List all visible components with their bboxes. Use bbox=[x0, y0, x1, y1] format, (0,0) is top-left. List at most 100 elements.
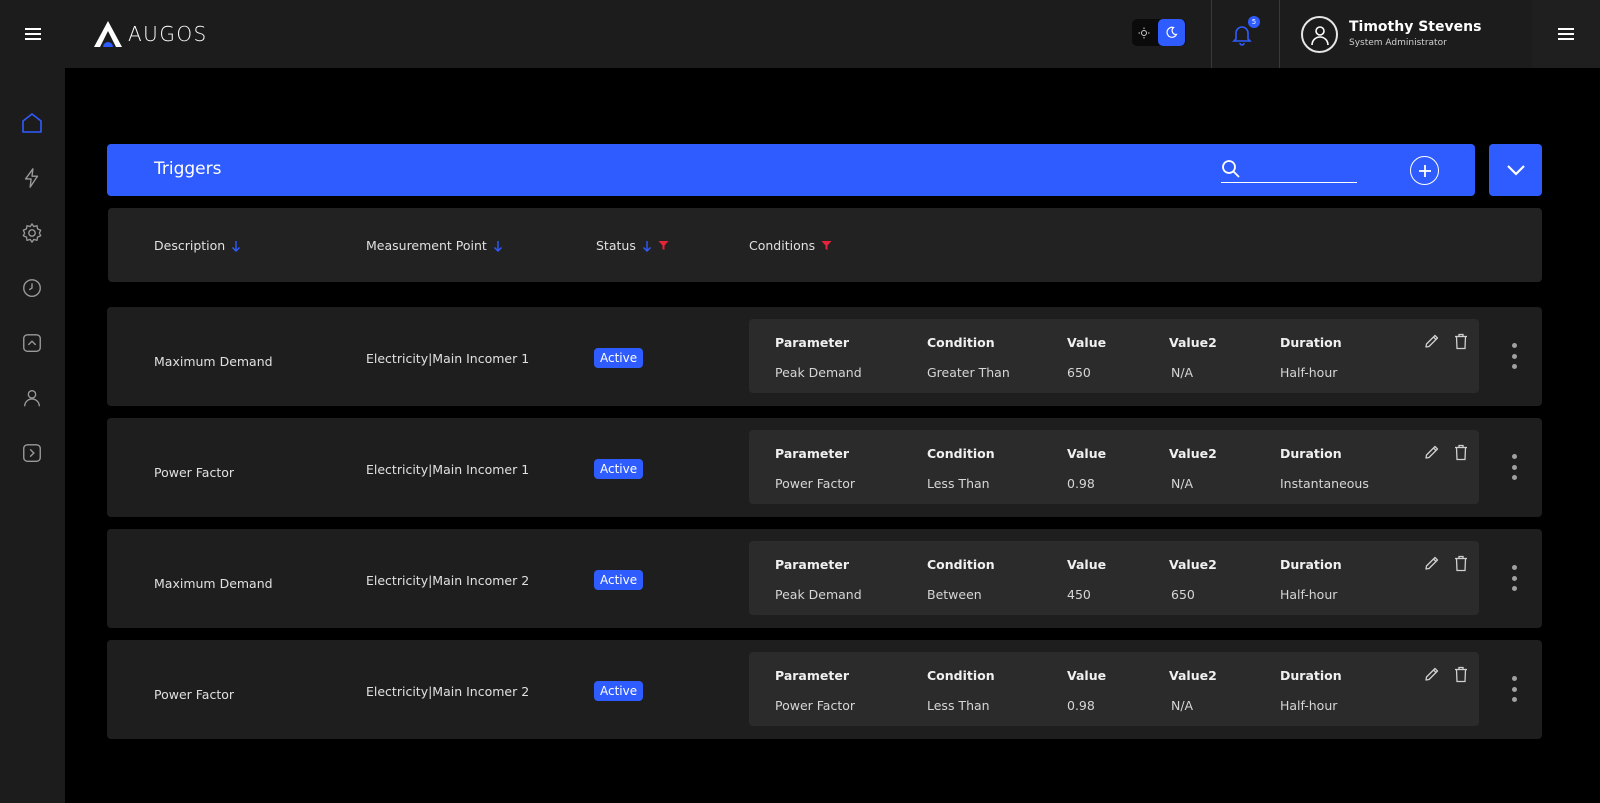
user-name[interactable]: Timothy Stevens bbox=[1349, 19, 1481, 35]
duration-value: Half-hour bbox=[1280, 698, 1338, 713]
filter-icon[interactable] bbox=[821, 240, 832, 251]
filter-icon[interactable] bbox=[658, 240, 669, 251]
hamburger-icon bbox=[24, 28, 41, 40]
condition-value: Less Than bbox=[927, 476, 990, 491]
condition-label: Condition bbox=[927, 446, 995, 461]
collapse-button[interactable] bbox=[1489, 144, 1542, 196]
value2-label: Value2 bbox=[1169, 446, 1217, 461]
top-bar: AUGOS 5 Timothy Stevens System Administr… bbox=[0, 0, 1600, 68]
value-label: Value bbox=[1067, 668, 1107, 683]
row-measurement-point: Electricity|Main Incomer 1 bbox=[366, 462, 530, 477]
condition-label: Condition bbox=[927, 557, 995, 572]
condition-value: Greater Than bbox=[927, 365, 1010, 380]
condition-label: Condition bbox=[927, 335, 995, 350]
value2-label: Value2 bbox=[1169, 557, 1217, 572]
sort-arrow-down-icon[interactable] bbox=[642, 240, 652, 252]
duration-value: Half-hour bbox=[1280, 587, 1338, 602]
trash-icon bbox=[1455, 444, 1467, 460]
column-header-conditions[interactable]: Conditions bbox=[749, 238, 832, 253]
condition-value: Less Than bbox=[927, 698, 990, 713]
table-row[interactable]: Maximum Demand Electricity|Main Incomer … bbox=[107, 307, 1542, 406]
value-value: 0.98 bbox=[1067, 698, 1095, 713]
add-trigger-button[interactable] bbox=[1410, 156, 1439, 185]
row-measurement-point: Electricity|Main Incomer 2 bbox=[366, 573, 530, 588]
page-title: Triggers bbox=[154, 159, 222, 179]
sort-arrow-down-icon[interactable] bbox=[231, 240, 241, 252]
pencil-icon bbox=[1425, 445, 1439, 459]
edit-button[interactable] bbox=[1423, 442, 1441, 462]
edit-button[interactable] bbox=[1423, 664, 1441, 684]
lightning-icon bbox=[24, 168, 39, 188]
column-header-description[interactable]: Description bbox=[154, 238, 241, 253]
edit-button[interactable] bbox=[1423, 553, 1441, 573]
column-header-measurement-point[interactable]: Measurement Point bbox=[366, 238, 503, 253]
logo-text: AUGOS bbox=[128, 22, 208, 46]
pencil-icon bbox=[1425, 667, 1439, 681]
row-more-menu-button[interactable] bbox=[1507, 565, 1521, 591]
moon-icon bbox=[1166, 26, 1178, 38]
value-label: Value bbox=[1067, 446, 1107, 461]
delete-button[interactable] bbox=[1452, 664, 1470, 684]
chevron-right-box-icon bbox=[23, 444, 41, 462]
sidebar-item-users[interactable] bbox=[19, 385, 45, 411]
delete-button[interactable] bbox=[1452, 553, 1470, 573]
sidebar-item-energy[interactable] bbox=[19, 165, 45, 191]
parameter-label: Parameter bbox=[775, 668, 849, 683]
status-badge: Active bbox=[594, 459, 644, 479]
column-label: Status bbox=[596, 238, 636, 253]
home-icon bbox=[22, 113, 42, 133]
app-logo[interactable]: AUGOS bbox=[92, 19, 208, 49]
light-mode-button[interactable] bbox=[1132, 19, 1156, 46]
table-row[interactable]: Power Factor Electricity|Main Incomer 1 … bbox=[107, 418, 1542, 517]
sun-icon bbox=[1138, 27, 1150, 38]
sidebar-item-expand[interactable] bbox=[19, 440, 45, 466]
duration-value: Instantaneous bbox=[1280, 476, 1369, 491]
delete-button[interactable] bbox=[1452, 442, 1470, 462]
delete-button[interactable] bbox=[1452, 331, 1470, 351]
column-header-status[interactable]: Status bbox=[596, 238, 669, 253]
trash-icon bbox=[1455, 555, 1467, 571]
duration-label: Duration bbox=[1280, 335, 1342, 350]
pencil-icon bbox=[1425, 334, 1439, 348]
user-avatar-icon bbox=[1310, 25, 1329, 45]
sort-arrow-down-icon[interactable] bbox=[493, 240, 503, 252]
value2-value: N/A bbox=[1171, 698, 1194, 713]
pencil-icon bbox=[1425, 556, 1439, 570]
column-label: Description bbox=[154, 238, 226, 253]
parameter-value: Power Factor bbox=[775, 698, 856, 713]
table-row[interactable]: Power Factor Electricity|Main Incomer 2 … bbox=[107, 640, 1542, 739]
user-role: System Administrator bbox=[1349, 38, 1447, 48]
theme-toggle[interactable] bbox=[1132, 19, 1186, 46]
notification-badge: 5 bbox=[1248, 16, 1260, 28]
dark-mode-button[interactable] bbox=[1158, 19, 1185, 46]
row-more-menu-button[interactable] bbox=[1507, 676, 1521, 702]
value2-value: N/A bbox=[1171, 476, 1194, 491]
sidebar-item-reports[interactable] bbox=[19, 330, 45, 356]
row-more-menu-button[interactable] bbox=[1507, 454, 1521, 480]
value-label: Value bbox=[1067, 335, 1107, 350]
sidebar-item-history[interactable] bbox=[19, 275, 45, 301]
edit-button[interactable] bbox=[1423, 331, 1441, 351]
row-description: Power Factor bbox=[154, 687, 235, 702]
parameter-label: Parameter bbox=[775, 557, 849, 572]
avatar[interactable] bbox=[1301, 16, 1338, 53]
right-menu-button[interactable] bbox=[1532, 0, 1600, 68]
conditions-box: Parameter Condition Value Value2 Duratio… bbox=[749, 541, 1479, 615]
menu-toggle-button[interactable] bbox=[0, 0, 65, 68]
trash-icon bbox=[1455, 333, 1467, 349]
value2-label: Value2 bbox=[1169, 668, 1217, 683]
table-row[interactable]: Maximum Demand Electricity|Main Incomer … bbox=[107, 529, 1542, 628]
gear-icon bbox=[22, 223, 42, 243]
plus-icon bbox=[1418, 164, 1431, 177]
sidebar-item-home[interactable] bbox=[19, 110, 45, 136]
row-more-menu-button[interactable] bbox=[1507, 343, 1521, 369]
triggers-header: Triggers bbox=[107, 144, 1475, 196]
search-input[interactable] bbox=[1221, 155, 1357, 183]
table-header: Description Measurement Point Status Con… bbox=[108, 208, 1542, 282]
column-label: Measurement Point bbox=[366, 238, 487, 253]
sidebar-item-settings[interactable] bbox=[19, 220, 45, 246]
parameter-value: Peak Demand bbox=[775, 587, 862, 602]
duration-value: Half-hour bbox=[1280, 365, 1338, 380]
sidebar bbox=[0, 68, 65, 803]
value-value: 0.98 bbox=[1067, 476, 1095, 491]
